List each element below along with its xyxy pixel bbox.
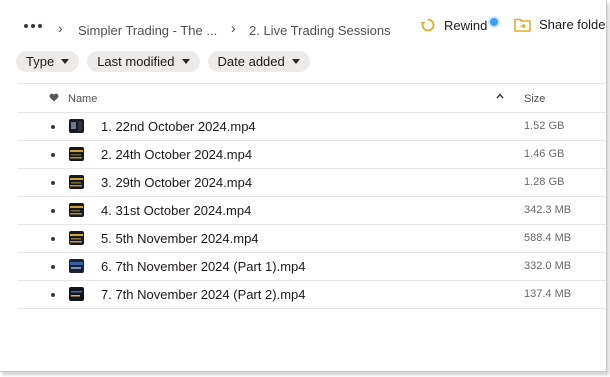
table-row[interactable]: 4. 31st October 2024.mp4 342.3 MB	[18, 197, 606, 225]
column-header-name[interactable]: Name	[68, 93, 97, 105]
file-size: 1.52 GB	[524, 120, 565, 132]
video-thumbnail-icon	[69, 119, 84, 133]
video-thumbnail-icon	[69, 147, 84, 161]
row-bullet	[51, 125, 55, 129]
row-bullet	[51, 209, 55, 213]
video-thumbnail-icon	[69, 231, 84, 245]
filter-last-modified-chip[interactable]: Last modified	[87, 51, 200, 72]
dot-icon	[31, 24, 35, 28]
video-thumbnail-icon	[69, 175, 84, 189]
filter-label: Type	[26, 54, 55, 69]
filter-date-added-chip[interactable]: Date added	[207, 51, 310, 72]
file-browser-window: › Simpler Trading - The ... › 2. Live Tr…	[0, 0, 607, 372]
file-name: 2. 24th October 2024.mp4	[101, 147, 253, 162]
table-row[interactable]: 2. 24th October 2024.mp4 1.46 GB	[18, 141, 606, 169]
table-header: Name Size	[18, 83, 606, 113]
video-thumbnail-icon	[69, 259, 84, 273]
breadcrumb-more-button[interactable]	[24, 24, 42, 28]
chevron-right-icon: ›	[231, 20, 236, 36]
file-size: 332.0 MB	[524, 260, 572, 272]
breadcrumb: › Simpler Trading - The ... › 2. Live Tr…	[0, 0, 606, 50]
file-size: 1.28 GB	[524, 176, 565, 188]
share-folder-icon	[514, 18, 531, 32]
file-size: 342.3 MB	[524, 204, 572, 216]
table-row[interactable]: 1. 22nd October 2024.mp4 1.52 GB	[18, 113, 606, 141]
rewind-button[interactable]: Rewind	[420, 17, 487, 33]
rewind-icon	[420, 18, 435, 32]
caret-down-icon	[291, 59, 300, 64]
filter-type-chip[interactable]: Type	[16, 51, 80, 72]
table-row[interactable]: 6. 7th November 2024 (Part 1).mp4 332.0 …	[18, 253, 606, 281]
table-row[interactable]: 7. 7th November 2024 (Part 2).mp4 137.4 …	[18, 281, 606, 309]
notification-dot	[488, 16, 500, 28]
share-folder-label: Share folder	[539, 17, 607, 32]
file-name: 4. 31st October 2024.mp4	[101, 203, 252, 218]
file-name: 1. 22nd October 2024.mp4	[101, 119, 256, 134]
dot-icon	[24, 24, 28, 28]
file-size: 1.46 GB	[524, 148, 565, 160]
row-bullet	[51, 237, 55, 241]
file-name: 3. 29th October 2024.mp4	[101, 175, 253, 190]
file-name: 7. 7th November 2024 (Part 2).mp4	[101, 287, 306, 302]
share-folder-button[interactable]: Share folder	[514, 17, 607, 32]
dot-icon	[38, 24, 42, 28]
rewind-label: Rewind	[444, 17, 488, 33]
file-size: 137.4 MB	[524, 288, 572, 300]
row-bullet	[51, 293, 55, 297]
heart-icon[interactable]	[49, 93, 59, 102]
video-thumbnail-icon	[69, 203, 84, 217]
row-bullet	[51, 265, 55, 269]
sort-ascending-icon[interactable]	[496, 93, 504, 99]
video-thumbnail-icon	[69, 287, 84, 301]
breadcrumb-item-current[interactable]: 2. Live Trading Sessions	[249, 23, 391, 38]
row-bullet	[51, 153, 55, 157]
chevron-right-icon: ›	[58, 20, 63, 36]
caret-down-icon	[61, 59, 70, 64]
caret-down-icon	[181, 59, 190, 64]
table-row[interactable]: 5. 5th November 2024.mp4 588.4 MB	[18, 225, 606, 253]
column-header-size[interactable]: Size	[524, 93, 545, 105]
filter-label: Date added	[217, 54, 285, 69]
file-name: 6. 7th November 2024 (Part 1).mp4	[101, 259, 306, 274]
table-row[interactable]: 3. 29th October 2024.mp4 1.28 GB	[18, 169, 606, 197]
file-table: Name Size 1. 22nd October 2024.mp4 1.52 …	[18, 83, 606, 309]
file-name: 5. 5th November 2024.mp4	[101, 231, 259, 246]
filter-bar: Type Last modified Date added	[16, 51, 310, 72]
file-size: 588.4 MB	[524, 232, 572, 244]
row-bullet	[51, 181, 55, 185]
breadcrumb-item-parent[interactable]: Simpler Trading - The ...	[78, 23, 217, 38]
filter-label: Last modified	[97, 54, 175, 69]
